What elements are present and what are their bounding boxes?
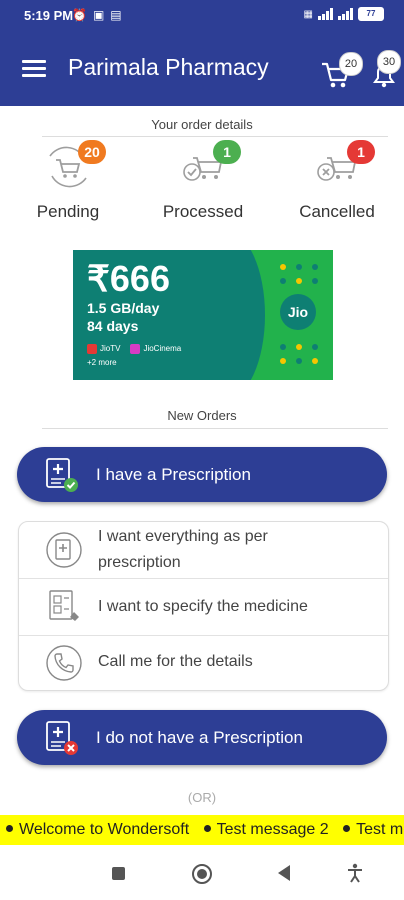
pending-count-badge: 20 <box>78 140 106 164</box>
option-label: I want everything as per prescription <box>98 528 268 571</box>
banner-data: 1.5 GB/day <box>87 300 160 316</box>
menu-icon[interactable] <box>22 60 46 78</box>
option-label: Call me for the details <box>98 653 253 670</box>
app-bar: Parimala Pharmacy 20 30 <box>0 32 404 106</box>
no-prescription-label: I do not have a Prescription <box>96 728 303 747</box>
prescription-check-icon <box>46 458 78 492</box>
cancelled-count-badge: 1 <box>347 140 375 164</box>
ticker-message: Test mes <box>356 821 404 838</box>
system-nav-bar <box>0 845 404 900</box>
have-prescription-button[interactable]: I have a Prescription <box>17 447 387 502</box>
home-icon[interactable] <box>192 864 212 884</box>
banner-app-1: JioTV <box>87 344 120 354</box>
bullet-icon <box>343 825 351 833</box>
option-specify-medicine[interactable]: I want to specify the medicine <box>19 579 388 635</box>
processed-label: Processed <box>162 202 244 221</box>
bullet-icon <box>203 825 211 833</box>
notifications-button[interactable]: 30 <box>368 50 404 88</box>
banner-validity: 84 days <box>87 318 139 334</box>
cart-count-badge: 20 <box>339 52 363 76</box>
app-title: Parimala Pharmacy <box>68 54 269 80</box>
prescription-cross-icon <box>46 721 78 755</box>
battery-icon: 77 <box>358 7 384 21</box>
signal-icon <box>318 8 333 20</box>
have-prescription-label: I have a Prescription <box>96 465 251 484</box>
divider <box>42 428 388 429</box>
status-pending[interactable]: 20 Pending <box>13 140 123 222</box>
no-prescription-button[interactable]: I do not have a Prescription <box>17 710 387 765</box>
clipboard-icon: ▤ <box>110 8 122 22</box>
notification-icon: ▣ <box>92 8 105 22</box>
cancelled-label: Cancelled <box>299 202 375 221</box>
jio-logo: Jio <box>280 294 316 330</box>
processed-count-badge: 1 <box>213 140 241 164</box>
prescription-options: I want everything as per prescription I … <box>18 521 389 691</box>
banner-more: +2 more <box>87 358 117 367</box>
divider <box>42 136 388 137</box>
option-as-per-prescription[interactable]: I want everything as per prescription <box>19 522 388 578</box>
recents-icon[interactable] <box>112 867 125 880</box>
phone-icon <box>46 645 82 681</box>
ticker-message: Welcome to Wondersoft <box>19 821 190 838</box>
notification-count-badge: 30 <box>377 50 401 74</box>
news-ticker: Welcome to Wondersoft Test message 2 Tes… <box>0 815 404 845</box>
order-details-title: Your order details <box>151 117 253 132</box>
status-cancelled[interactable]: 1 Cancelled <box>282 140 392 222</box>
alarm-icon: ⏰ <box>72 8 87 22</box>
new-orders-title: New Orders <box>167 408 237 423</box>
prescription-refresh-icon <box>46 532 82 568</box>
sim-icon: ▦ <box>303 8 313 20</box>
pending-label: Pending <box>36 202 100 221</box>
specify-medicine-icon <box>49 590 79 621</box>
option-label: I want to specify the medicine <box>98 598 308 615</box>
option-call-me[interactable]: Call me for the details <box>19 636 388 690</box>
cart-button[interactable]: 20 <box>320 52 363 88</box>
banner-price: ₹666 <box>87 258 170 299</box>
or-separator: (OR) <box>187 790 217 805</box>
status-processed[interactable]: 1 Processed <box>148 140 258 222</box>
back-icon[interactable] <box>278 865 290 881</box>
status-bar: 5:19 PM ⏰ ▣ ▤ ▦ 77 <box>0 0 404 32</box>
accessibility-icon[interactable] <box>346 863 364 883</box>
status-time: 5:19 PM <box>24 8 74 23</box>
signal-2-icon <box>338 8 353 20</box>
promo-banner[interactable]: ₹666 1.5 GB/day 84 days JioTV JioCinema … <box>73 250 333 380</box>
bullet-icon <box>6 825 13 833</box>
banner-app-2: JioCinema <box>130 344 181 354</box>
ticker-message: Test message 2 <box>216 821 329 838</box>
